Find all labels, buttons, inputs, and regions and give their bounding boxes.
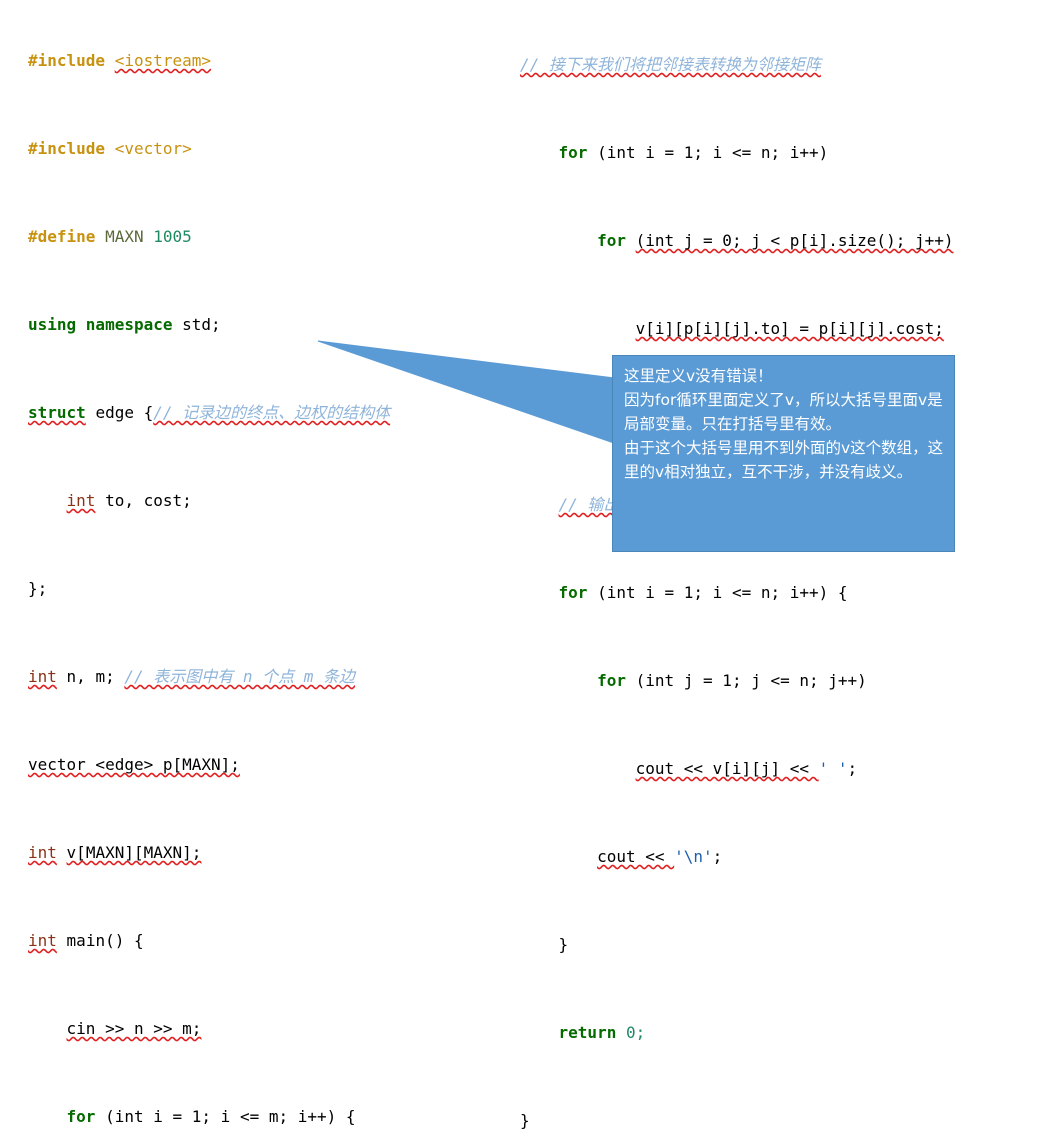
comment-n-m: // 表示图中有 n 个点 m 条边 [124,667,356,686]
code-line: for (int j = 1; j <= n; j++) [520,670,1062,692]
char-literal-space: ' ' [818,759,848,778]
code-line: for (int i = 1; i <= n; i++) [520,142,1062,164]
cout-newline: cout << [597,847,675,866]
keyword-int: int [28,667,57,686]
macro-name-maxn: MAXN [105,227,144,246]
semicolon: ; [847,759,858,778]
keyword-for: for [558,583,588,602]
keyword-for: for [558,143,588,162]
keyword-int: int [28,843,57,862]
keyword-return: return [558,1023,617,1042]
preprocessor-define: #define [28,227,96,246]
matrix-declaration: v[MAXN][MAXN]; [66,843,202,862]
code-line: return 0; [520,1022,1062,1044]
comment-convert-to-matrix: // 接下来我们将把邻接表转换为邻接矩阵 [520,55,821,74]
code-line: for (int i = 1; i <= n; i++) { [520,582,1062,604]
for-header-edges: (int i = 1; i <= m; i++) { [105,1107,356,1126]
code-line: cout << v[i][j] << ' '; [520,758,1062,780]
keyword-using-namespace: using namespace [28,315,173,334]
macro-value: 1005 [153,227,192,246]
struct-name-edge: edge { [95,403,154,422]
main-close-brace: } [520,1111,530,1130]
preprocessor-include-1: #include [28,51,106,70]
code-line: } [520,1110,1062,1132]
header-vector: <vector> [114,139,192,158]
code-line: cout << '\n'; [520,846,1062,868]
char-literal-newline: '\n' [674,847,713,866]
struct-members: to, cost; [105,491,192,510]
for-header-j: (int j = 0; j < p[i].size(); j++) [635,231,954,250]
preprocessor-include-2: #include [28,139,106,158]
identifier-std: std; [182,315,221,334]
cin-n-m: cin >> n >> m; [66,1019,202,1038]
keyword-struct: struct [28,403,86,422]
keyword-for: for [66,1107,96,1126]
keyword-int: int [66,491,96,510]
globals-n-m: n, m; [66,667,115,686]
for-header-i-print: (int i = 1; i <= n; i++) { [597,583,848,602]
keyword-for: for [597,231,626,250]
for-header-j-print: (int j = 1; j <= n; j++) [635,671,867,690]
callout-text: 这里定义v没有错误！ 因为for循环里面定义了v，所以大括号里面v是局部变量。只… [624,367,944,481]
header-iostream: <iostream> [114,51,212,70]
semicolon: ; [712,847,723,866]
for-header-i: (int i = 1; i <= n; i++) [597,143,829,162]
code-line: v[i][p[i][j].to] = p[i][j].cost; [520,318,1062,340]
struct-close: }; [28,579,48,598]
code-line: for (int j = 0; j < p[i].size(); j++) [520,230,1062,252]
cout-cell: cout << v[i][j] << [635,759,819,778]
comment-struct-desc: // 记录边的终点、边权的结构体 [153,403,391,422]
matrix-assignment: v[i][p[i][j].to] = p[i][j].cost; [635,319,944,338]
vector-declaration: vector <edge> p[MAXN]; [28,755,240,774]
code-line: // 接下来我们将把邻接表转换为邻接矩阵 [520,54,1062,76]
right-code-pane: // 接下来我们将把邻接表转换为邻接矩阵 for (int i = 1; i <… [520,10,1062,1134]
return-value: 0; [625,1023,646,1042]
print-loop-close: } [558,935,569,954]
keyword-for: for [597,671,626,690]
keyword-int: int [28,931,57,950]
code-line: } [520,934,1062,956]
main-declaration: main() { [66,931,144,950]
